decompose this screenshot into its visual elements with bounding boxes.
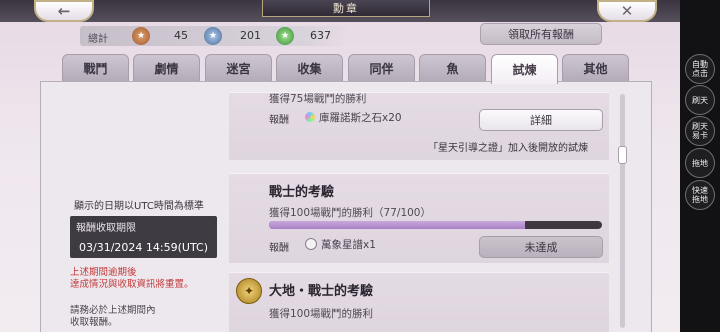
refresh-card-button[interactable]: 刷天 易卡 — [685, 116, 715, 146]
progress-fill — [269, 221, 526, 229]
achievement-title: 大地・戰士的考驗 — [269, 284, 374, 299]
achievement-desc: 獲得75場戰鬥的勝利 — [269, 93, 367, 105]
drag-button[interactable]: 拖地 — [685, 148, 715, 178]
page-title: 勳章 — [262, 0, 430, 17]
close-icon: ✕ — [620, 2, 634, 20]
reset-warning-line2: 達成情況與收取資訊將重置。 — [70, 279, 194, 290]
deadline-title: 報酬收取期限 — [76, 223, 136, 234]
reward-text: 萬象星譜x1 — [321, 239, 376, 251]
not-achieved-button[interactable]: 未達成 — [479, 236, 603, 258]
reward-text: 庫羅諾斯之石x20 — [319, 112, 402, 124]
gold-count: 637 — [310, 29, 331, 42]
side-toolbar: 自動 点击 刷天 刷天 易卡 拖地 快速 拖地 — [680, 0, 720, 332]
unlock-note: 「星天引導之證」加入後開放的試煉 — [428, 143, 588, 154]
tab-story[interactable]: 劇情 — [133, 54, 200, 82]
achievement-desc: 獲得100場戰鬥的勝利 — [269, 308, 374, 320]
achievement-title: 戰士的考驗 — [269, 185, 335, 200]
star-chart-icon — [305, 238, 317, 250]
scroll-thumb[interactable] — [618, 146, 627, 164]
medal-totals: 總計 ★ 45 ★ 201 ★ 637 — [80, 26, 348, 46]
reward-item: 萬象星譜x1 — [305, 237, 376, 252]
details-button[interactable]: 詳細 — [479, 109, 603, 131]
achievement-card: ✦ 大地・戰士的考驗 獲得100場戰鬥的勝利 — [229, 272, 609, 332]
medal-icon: ✦ — [236, 278, 262, 304]
achievement-desc: 獲得100場戰鬥的勝利（77/100） — [269, 207, 431, 219]
achievement-card: 戰士的考驗 獲得100場戰鬥的勝利（77/100） 報酬 萬象星譜x1 未達成 — [229, 173, 609, 263]
claim-reminder-line1: 請務必於上述期間內 — [70, 305, 156, 316]
category-tabs: 戰鬥 劇情 迷宮 收集 同伴 魚 試煉 其他 — [62, 54, 632, 84]
deadline-date: 03/31/2024 14:59(UTC) — [79, 241, 208, 254]
tab-collection[interactable]: 收集 — [276, 54, 343, 82]
tab-companion[interactable]: 同伴 — [348, 54, 415, 82]
fast-drag-button[interactable]: 快速 拖地 — [685, 180, 715, 210]
back-arrow-icon: ← — [57, 2, 71, 20]
tab-other[interactable]: 其他 — [562, 54, 629, 82]
tab-trial[interactable]: 試煉 — [491, 54, 558, 84]
deadline-box: 報酬收取期限 03/31/2024 14:59(UTC) — [70, 216, 217, 258]
chronos-stone-icon — [305, 112, 315, 122]
refresh-sky-button[interactable]: 刷天 — [685, 85, 715, 115]
period-info: 顯示的日期以UTC時間為標準 報酬收取期限 03/31/2024 14:59(U… — [70, 197, 220, 329]
claim-reminder-line2: 收取報酬。 — [70, 317, 118, 328]
totals-label: 總計 — [88, 34, 108, 45]
reward-label: 報酬 — [269, 243, 289, 254]
reward-label: 報酬 — [269, 115, 289, 126]
reward-item: 庫羅諾斯之石x20 — [305, 110, 402, 125]
progress-bar — [269, 221, 602, 229]
claim-reminder: 請務必於上述期間內 收取報酬。 — [70, 305, 220, 329]
close-button[interactable]: ✕ — [597, 0, 657, 22]
bronze-medal-icon: ★ — [132, 27, 150, 45]
auto-click-button[interactable]: 自動 点击 — [685, 54, 715, 84]
gold-medal-icon: ★ — [276, 27, 294, 45]
claim-all-button[interactable]: 領取所有報酬 — [480, 23, 602, 45]
scrollbar[interactable] — [618, 94, 627, 328]
achievements-screen: { "header":{"back_icon":"←","title":"勳章"… — [0, 0, 720, 332]
silver-medal-icon: ★ — [204, 27, 222, 45]
reset-warning: 上述期間逾期後 達成情況與收取資訊將重置。 — [70, 267, 220, 291]
bronze-count: 45 — [174, 29, 188, 42]
utc-note: 顯示的日期以UTC時間為標準 — [74, 201, 204, 212]
back-button[interactable]: ← — [34, 0, 94, 22]
tab-dungeon[interactable]: 迷宮 — [205, 54, 272, 82]
tab-battle[interactable]: 戰鬥 — [62, 54, 129, 82]
tab-fish[interactable]: 魚 — [419, 54, 486, 82]
silver-count: 201 — [240, 29, 261, 42]
reset-warning-line1: 上述期間逾期後 — [70, 267, 137, 278]
